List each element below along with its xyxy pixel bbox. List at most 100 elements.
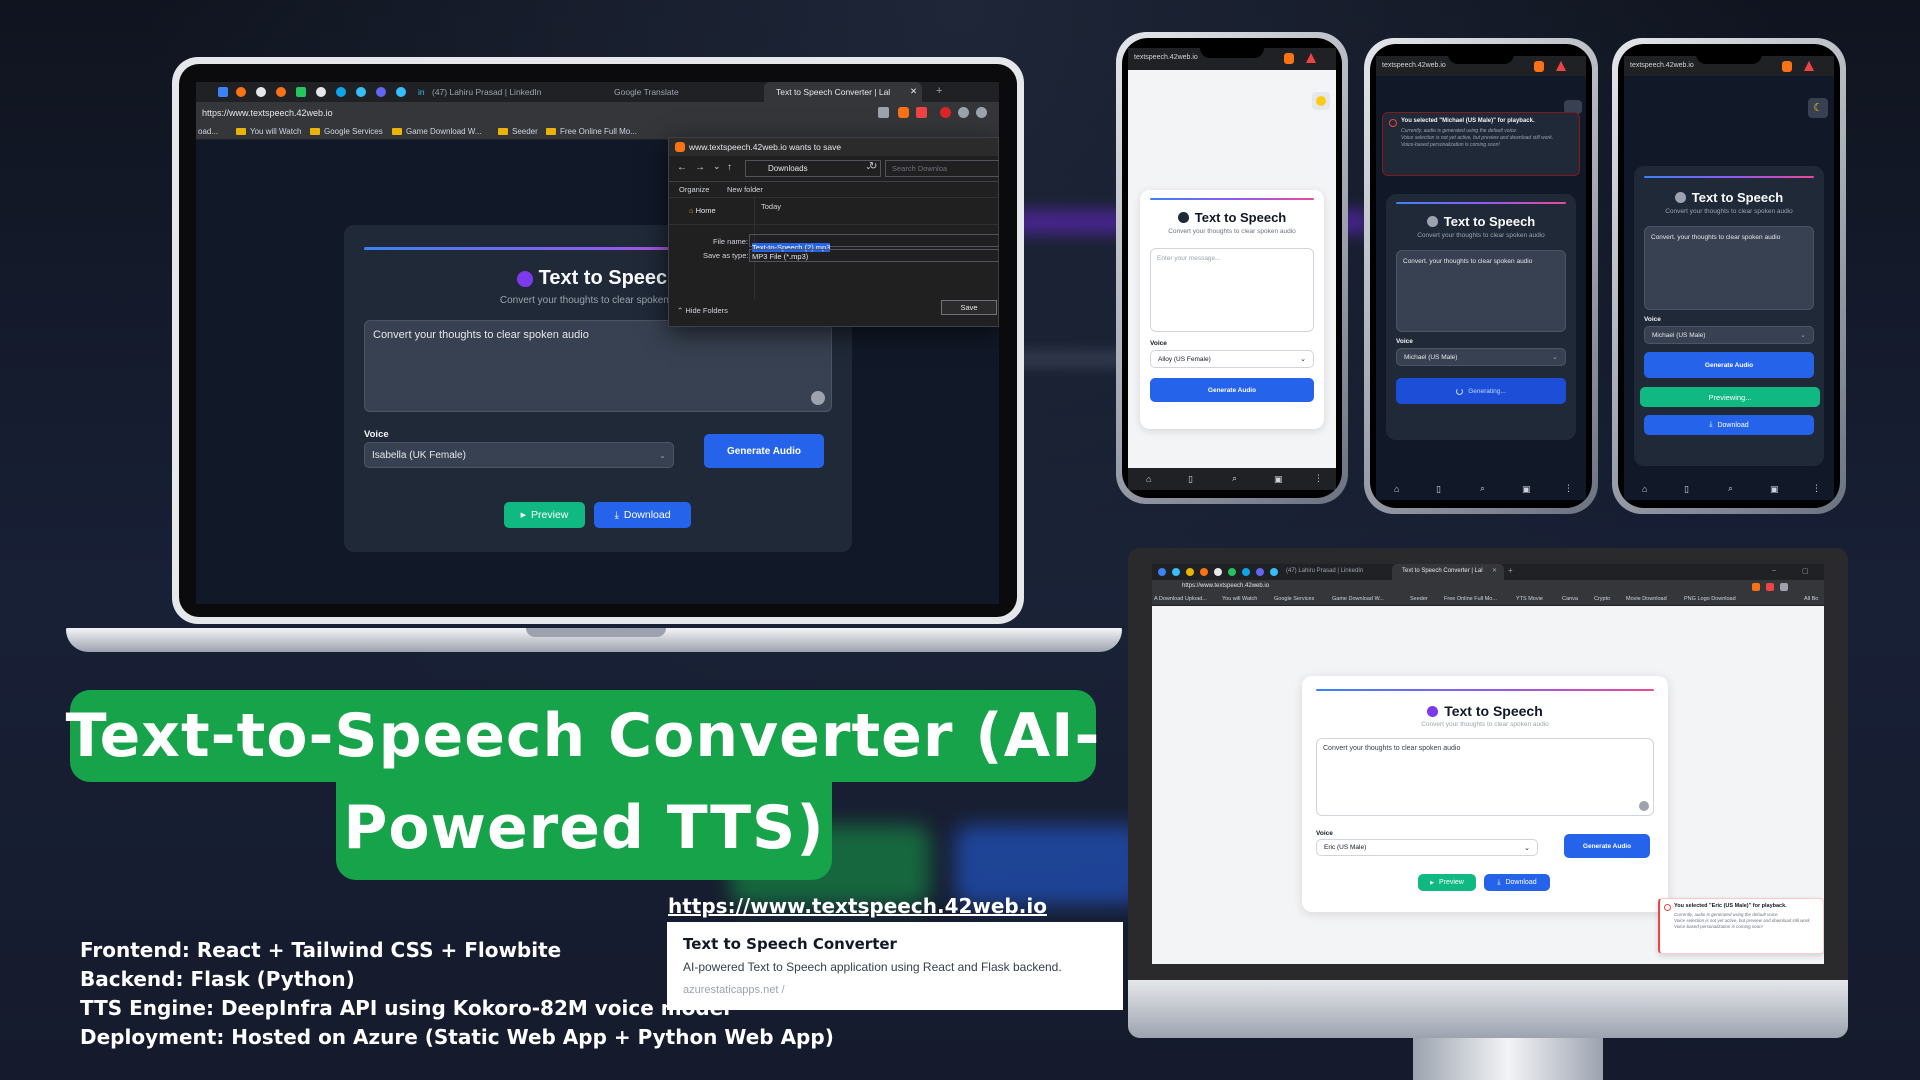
brave-shield-icon[interactable] [1782,61,1792,72]
moon-icon[interactable]: ☾ [1808,98,1828,118]
tabs-icon[interactable]: ▣ [1770,484,1779,495]
brave-icon[interactable] [276,87,286,97]
discord-icon[interactable] [376,87,386,97]
back-arrow-icon[interactable]: ← [677,162,687,173]
phone-2-voice-select[interactable]: Michael (US Male) ⌄ [1396,348,1566,366]
phone-2-generating-button[interactable]: Generating... [1396,378,1566,404]
close-tab-icon[interactable]: ✕ [910,86,917,97]
tab-text-to-speech[interactable]: Text to Speech Converter | Lal [776,87,890,97]
monitor-bookmark-3[interactable]: Game Download W... [1332,596,1384,602]
up-arrow-icon[interactable]: ↑ [727,162,732,173]
phone-1-voice-select[interactable]: Alloy (US Female) ⌄ [1150,350,1314,368]
telegram-icon[interactable] [1242,568,1250,576]
microsoft-icon[interactable] [1228,568,1236,576]
maximize-icon[interactable]: ▢ [1802,567,1809,575]
save-button[interactable]: Save [941,300,997,315]
github-icon[interactable] [1214,568,1222,576]
monitor-bookmark-4[interactable]: Seeder [1410,596,1428,602]
hide-folders-button[interactable]: ⌃ Hide Folders [677,306,728,315]
phone-1-generate-button[interactable]: Generate Audio [1150,378,1314,402]
bookmark-icon[interactable]: ▯ [1436,484,1441,495]
monitor-preview-button[interactable]: ▶ Preview [1418,874,1476,891]
close-tab-icon[interactable]: ✕ [1492,567,1497,574]
brave-rewards-icon[interactable] [1766,583,1774,591]
organize-menu[interactable]: Organize [679,185,709,194]
bookmark-3[interactable]: Game Download W... [392,127,482,136]
puzzle-icon[interactable] [976,107,987,118]
windows-icon[interactable] [218,87,228,97]
phone-3-voice-select[interactable]: Michael (US Male) ⌄ [1644,326,1814,344]
grammarly-icon[interactable] [1639,801,1649,811]
extensions-icon[interactable] [958,107,969,118]
voice-select[interactable]: Isabella (UK Female) ⌄ [364,442,674,468]
home-icon[interactable]: ⌂ [1394,484,1399,494]
phone-3-url[interactable]: textspeech.42web.io [1630,62,1694,69]
bookmark-4[interactable]: Seeder [498,127,538,136]
firefox-icon[interactable] [236,87,246,97]
phone-3-message-textarea[interactable]: Convert. your thoughts to clear spoken a… [1644,226,1814,310]
share-icon[interactable] [878,107,889,118]
brave-shield-icon[interactable] [1284,53,1294,64]
brave-rewards-icon[interactable] [1306,53,1316,63]
project-url-link[interactable]: https://www.textspeech.42web.io [668,894,1047,918]
extensions-icon[interactable] [1780,583,1788,591]
monitor-bookmark-1[interactable]: You will Watch [1222,596,1257,602]
generate-audio-button[interactable]: Generate Audio [704,434,824,468]
phone-1-message-textarea[interactable]: Enter your message... [1150,248,1314,332]
adblock-icon[interactable] [940,107,951,118]
microsoft-icon[interactable] [296,87,306,97]
menu-icon[interactable]: ⋮ [1314,473,1323,484]
address-bar[interactable]: https://www.textspeech.42web.io [202,105,742,121]
preview-button[interactable]: ▶ Preview [504,502,585,528]
path-bar[interactable]: Downloads [745,160,881,177]
tab-google-translate[interactable]: Google Translate [614,87,679,97]
monitor-voice-select[interactable]: Eric (US Male) ⌄ [1316,839,1538,856]
tab-linkedin[interactable]: (47) Lahiru Prasad | LinkedIn [432,87,541,97]
message-textarea[interactable]: Convert your thoughts to clear spoken au… [364,320,832,412]
search-icon[interactable]: ⌕ [1728,483,1733,494]
save-type-select[interactable]: MP3 File (*.mp3) [749,249,999,262]
phone-3-download-button[interactable]: ⤓ Download [1644,415,1814,435]
new-tab-icon[interactable]: + [936,85,942,97]
monitor-address-bar[interactable]: https://www.textspeech.42web.io [1182,583,1269,589]
bookmark-1[interactable]: You will Watch [236,127,301,136]
telegram-icon[interactable] [336,87,346,97]
monitor-bookmark-11[interactable]: All Bo [1804,596,1818,602]
chevron-down-icon[interactable]: ⌄ [713,161,721,172]
phone-2-message-textarea[interactable]: Convert. your thoughts to clear spoken a… [1396,250,1566,332]
brave-shield-icon[interactable] [1752,583,1760,591]
tabs-icon[interactable]: ▣ [1274,474,1283,485]
new-folder-button[interactable]: New folder [727,185,763,194]
download-button[interactable]: ⤓ Download [594,502,691,528]
skype-icon[interactable] [396,87,406,97]
monitor-bookmark-9[interactable]: Movie Download [1626,596,1667,602]
monitor-download-button[interactable]: ⤓ Download [1484,874,1550,891]
brave-rewards-icon[interactable] [1556,61,1566,71]
phone-3-previewing-button[interactable]: Previewing... [1640,387,1820,407]
phone-3-generate-button[interactable]: Generate Audio [1644,352,1814,378]
messenger-icon[interactable] [356,87,366,97]
refresh-icon[interactable]: ↻ [869,161,877,172]
new-tab-icon[interactable]: + [1508,566,1513,575]
phone-2-url[interactable]: textspeech.42web.io [1382,62,1446,69]
nav-home[interactable]: ⌂ Home [689,206,716,215]
home-icon[interactable]: ⌂ [1642,484,1647,494]
menu-icon[interactable]: ⋮ [1812,483,1821,494]
brave-rewards-icon[interactable] [916,107,927,118]
tabs-icon[interactable]: ▣ [1522,484,1531,495]
firefox-icon[interactable] [1200,568,1208,576]
bookmark-5[interactable]: Free Online Full Mo... [546,127,637,136]
windows-icon[interactable] [1158,568,1166,576]
linkedin-icon[interactable]: in [418,87,425,97]
app-icon[interactable] [1172,568,1180,576]
app-icon[interactable] [1186,568,1194,576]
monitor-bookmark-0[interactable]: A Download Upload... [1154,596,1207,602]
search-downloads-input[interactable]: Search Downloa [885,160,999,177]
skype-icon[interactable] [1270,568,1278,576]
bookmark-icon[interactable]: ▯ [1684,484,1689,495]
monitor-message-textarea[interactable]: Convert your thoughts to clear spoken au… [1316,738,1654,816]
link-preview-card[interactable]: Text to Speech Converter AI-powered Text… [667,922,1123,1010]
github-icon[interactable] [256,87,266,97]
monitor-bookmark-2[interactable]: Google Services [1274,596,1314,602]
bookmark-2[interactable]: Google Services [310,127,383,136]
